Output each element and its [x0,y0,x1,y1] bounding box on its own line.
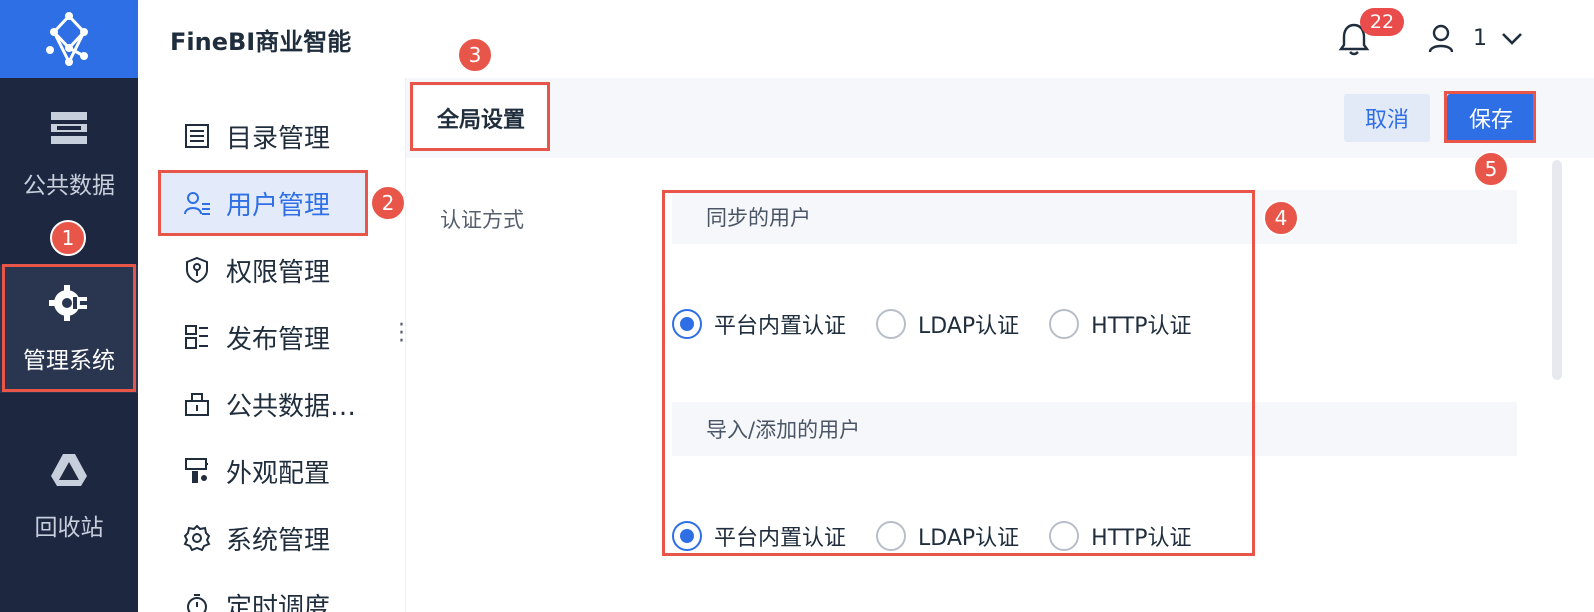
radio-unselected-icon [1049,309,1080,339]
radio-group-imported-users: 平台内置认证 LDAP认证 HTTP认证 [672,516,1221,556]
submenu-item-label: 用户管理 [226,190,331,221]
radio-label: LDAP认证 [918,314,1020,339]
database-icon [51,112,87,144]
chevron-down-icon[interactable] [1500,28,1524,48]
submenu-item-appearance[interactable]: 外观配置 [158,441,366,501]
timer-icon [182,590,212,612]
radio-label: HTTP认证 [1091,526,1192,551]
rail-item-public-data[interactable]: 公共数据 [0,108,138,200]
tab-bar: 全局设置 取消 保存 [406,78,1594,158]
settings-icon [182,523,212,553]
notification-badge: 22 [1360,8,1404,36]
auth-method-label: 认证方式 [440,208,524,232]
logo[interactable] [0,0,138,78]
rail-item-recycle-bin[interactable]: 回收站 [0,450,138,542]
cancel-button[interactable]: 取消 [1344,94,1430,142]
radio-unselected-icon [876,521,907,551]
logo-icon [46,12,88,66]
annotation-marker-5: 5 [1473,151,1509,187]
public-data-icon [182,389,212,419]
user-manage-icon [182,188,212,218]
radio-http-auth[interactable]: HTTP认证 [1049,308,1191,340]
group-header-synced-users: 同步的用户 [672,190,1517,244]
gear-admin-icon [49,285,87,321]
user-icon[interactable] [1428,24,1454,54]
submenu-item-permission[interactable]: 权限管理 [158,240,366,300]
resize-handle[interactable]: · · · [398,315,405,353]
radio-http-auth[interactable]: HTTP认证 [1049,520,1191,552]
left-rail: 公共数据 管理系统 回收站 [0,0,138,612]
paint-icon [182,456,212,486]
rail-item-label: 公共数据 [23,173,115,199]
annotation-marker-4: 4 [1263,200,1299,236]
user-name[interactable]: 1 [1473,26,1487,51]
radio-label: LDAP认证 [918,526,1020,551]
annotation-marker-3: 3 [457,37,493,73]
submenu-item-label: 定时调度 [226,592,331,612]
group-header-imported-users: 导入/添加的用户 [672,402,1517,456]
radio-ldap-auth[interactable]: LDAP认证 [876,308,1019,340]
radio-builtin-auth[interactable]: 平台内置认证 [672,520,846,552]
top-header: FineBI商业智能 22 1 [138,0,1594,78]
submenu-item-label: 公共数据… [226,391,357,422]
radio-label: 平台内置认证 [714,526,847,551]
tab-global-settings[interactable]: 全局设置 [414,86,548,150]
save-button[interactable]: 保存 [1447,94,1535,142]
submenu-item-user-management[interactable]: 用户管理 [158,173,366,233]
radio-ldap-auth[interactable]: LDAP认证 [876,520,1019,552]
submenu-item-public-data[interactable]: 公共数据… [158,374,366,434]
submenu-item-publish[interactable]: 发布管理 [158,307,366,367]
rail-item-label: 回收站 [34,515,104,541]
annotation-marker-2: 2 [370,185,406,221]
radio-unselected-icon [876,309,907,339]
radio-builtin-auth[interactable]: 平台内置认证 [672,308,846,340]
shield-key-icon [182,255,212,285]
rail-item-label: 管理系统 [23,348,115,374]
radio-group-synced-users: 平台内置认证 LDAP认证 HTTP认证 [672,304,1221,344]
vertical-scrollbar[interactable] [1552,160,1562,380]
submenu-item-label: 系统管理 [226,525,331,556]
publish-icon [182,322,212,352]
submenu-item-label: 发布管理 [226,324,331,355]
recycle-bin-icon [51,454,87,486]
admin-submenu: 目录管理 用户管理 权限管理 发布管理 公共数据… 外观配置 系统管理 定时调度 [138,78,406,612]
submenu-item-label: 目录管理 [226,123,331,154]
radio-label: HTTP认证 [1091,314,1192,339]
annotation-marker-1: 1 [50,220,86,256]
app-window: 公共数据 管理系统 回收站 FineBI商业智能 22 1 目录管理 用户管理 … [0,0,1594,612]
main-panel: 全局设置 取消 保存 认证方式 同步的用户 平台内置认证 LDAP认证 HTTP… [406,78,1594,612]
submenu-item-schedule[interactable]: 定时调度 [158,575,366,612]
radio-selected-icon [672,521,702,551]
submenu-item-system[interactable]: 系统管理 [158,508,366,568]
submenu-item-label: 权限管理 [226,257,331,288]
radio-selected-icon [672,309,702,339]
rail-item-admin-system[interactable]: 管理系统 [0,265,138,393]
submenu-item-label: 外观配置 [226,458,331,489]
list-icon [182,121,212,151]
app-title: FineBI商业智能 [170,28,352,56]
radio-unselected-icon [1049,521,1080,551]
radio-label: 平台内置认证 [714,314,847,339]
submenu-item-directory[interactable]: 目录管理 [158,106,366,166]
